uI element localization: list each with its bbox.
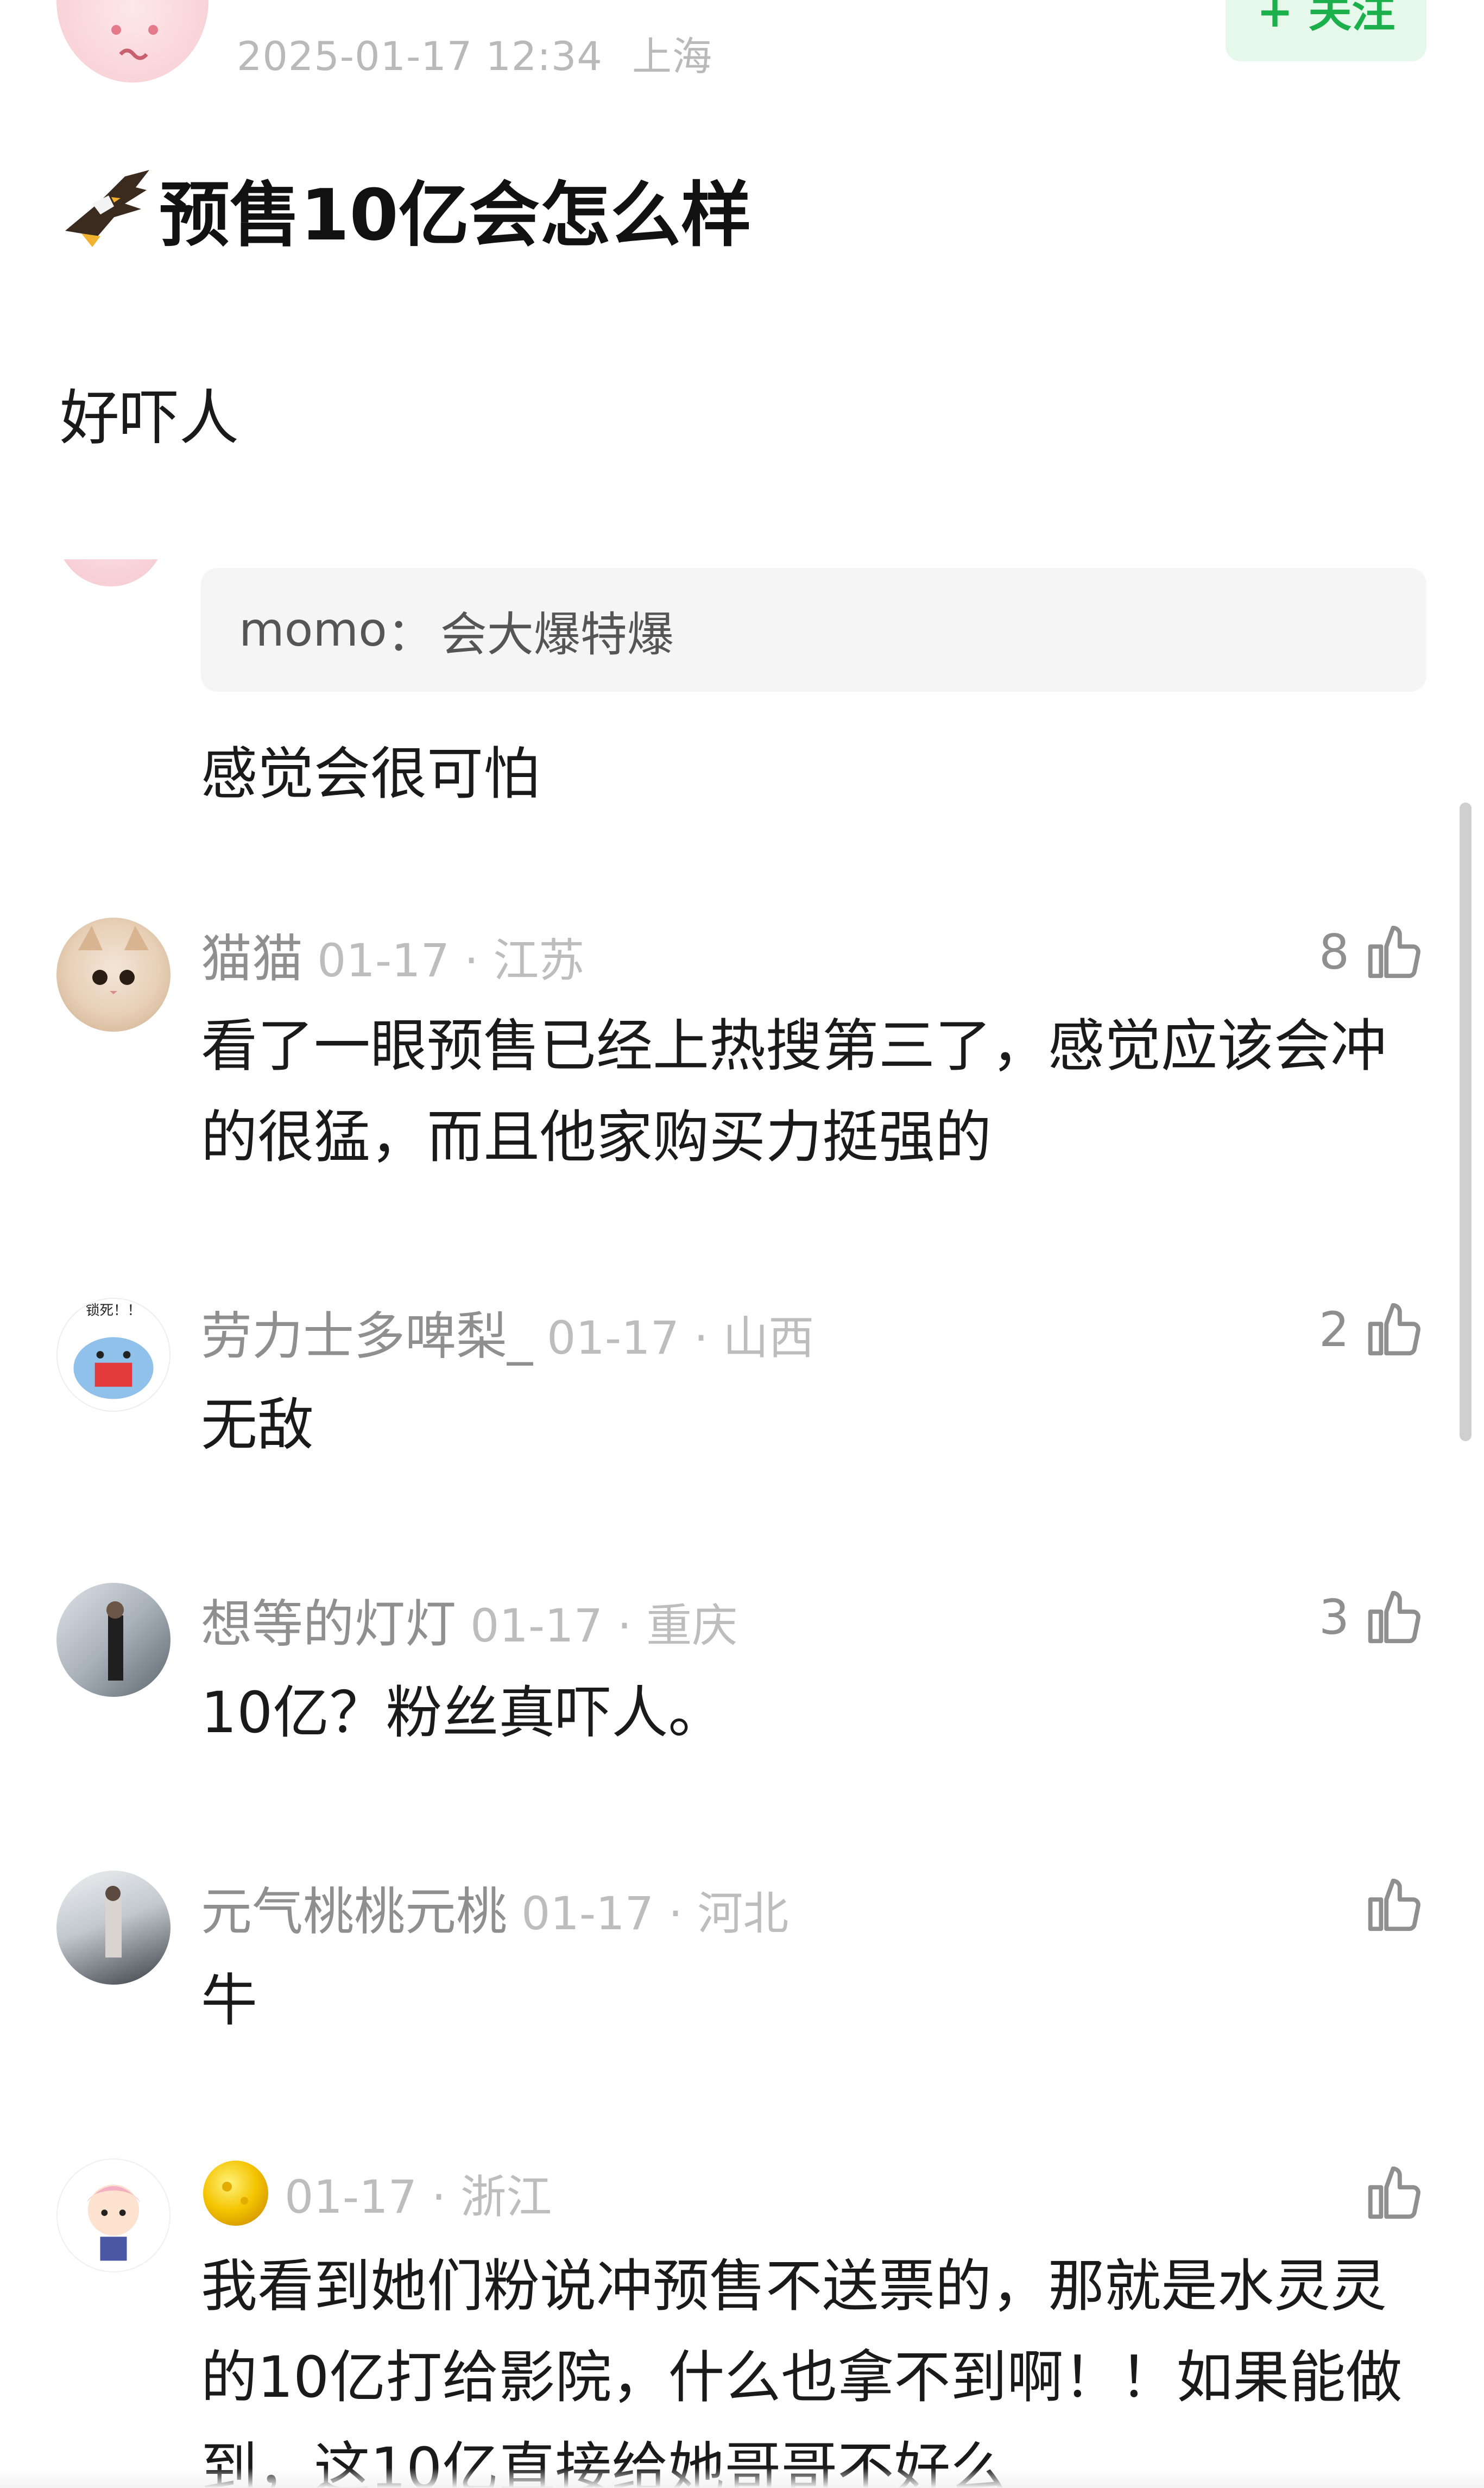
post-title: 预售10亿会怎么样: [60, 160, 752, 258]
comment-author[interactable]: 01-17 · 浙江: [201, 2158, 552, 2228]
comment-meta: 01-17 · 江苏: [317, 934, 585, 987]
comment-avatar[interactable]: 锁死！！: [56, 1298, 170, 1412]
eagle-emoji-icon: [65, 170, 149, 247]
comment-text: 看了一眼预售已经上热搜第三了，感觉应该会冲的很猛，而且他家购买力挺强的: [201, 1013, 1387, 1170]
quote-user: momo: [239, 603, 387, 657]
like-button[interactable]: [1349, 1867, 1426, 1943]
post-time: 2025-01-17 12:34: [237, 34, 603, 80]
comment-region: 河北: [697, 1887, 789, 1940]
author-avatar[interactable]: [56, 0, 209, 83]
gold-moon-emoji-icon: [203, 2161, 268, 2226]
comment-author-name[interactable]: 劳力士多啤梨_: [201, 1307, 533, 1366]
comment-avatar[interactable]: [56, 918, 170, 1032]
comment-date: 01-17: [317, 934, 450, 987]
comment-author[interactable]: 猫猫 01-17 · 江苏: [201, 918, 584, 992]
comment-region: 重庆: [646, 1599, 738, 1652]
comment-text: 牛: [201, 1967, 258, 2034]
comment-region: 浙江: [460, 2170, 552, 2224]
like-button[interactable]: 8: [1319, 914, 1426, 990]
thumbs-up-icon: [1368, 1878, 1420, 1931]
like-button[interactable]: [1349, 2155, 1426, 2231]
bottom-edge: [0, 2468, 1484, 2488]
comment-author-name[interactable]: 想等的灯灯: [201, 1595, 456, 1654]
post-title-text: 预售10亿会怎么样: [159, 174, 752, 256]
comment-author[interactable]: 想等的灯灯 01-17 · 重庆: [201, 1583, 737, 1657]
quoted-comment[interactable]: momo：会大爆特爆: [201, 568, 1426, 692]
thumbs-up-icon: [1368, 1590, 1420, 1644]
comment-meta: 01-17 · 重庆: [470, 1599, 738, 1652]
comment-meta: 01-17 · 山西: [547, 1311, 814, 1365]
like-count: 3: [1319, 1589, 1349, 1645]
comment-date: 01-17: [547, 1311, 680, 1365]
thumbs-up-icon: [1368, 1303, 1420, 1356]
comment-avatar[interactable]: [56, 1583, 170, 1697]
comment-text: 无敌: [201, 1392, 314, 1458]
post-location: 上海: [632, 34, 713, 80]
follow-button[interactable]: + 关注: [1226, 0, 1426, 61]
comment-region: 江苏: [493, 934, 585, 987]
comment-author[interactable]: 元气桃桃元桃 01-17 · 河北: [201, 1871, 788, 1944]
thumbs-up-icon: [1368, 2166, 1420, 2219]
comment-region: 山西: [723, 1311, 814, 1365]
reply-avatar[interactable]: [56, 559, 165, 586]
comment-avatar[interactable]: [56, 1871, 170, 1985]
comment-avatar[interactable]: [56, 2158, 170, 2272]
like-button[interactable]: 2: [1319, 1291, 1426, 1367]
thumbs-up-icon: [1368, 925, 1420, 978]
scrollbar[interactable]: [1460, 803, 1472, 1441]
reply-text: 感觉会很可怕: [201, 741, 540, 807]
like-count: 2: [1319, 1301, 1349, 1357]
comment-date: 01-17: [285, 2170, 418, 2224]
comment-author-name[interactable]: 猫猫: [201, 930, 303, 989]
comment-author[interactable]: 劳力士多啤梨_ 01-17 · 山西: [201, 1295, 814, 1369]
like-count: 8: [1319, 924, 1349, 980]
quote-text: 会大爆特爆: [440, 607, 674, 662]
like-button[interactable]: 3: [1319, 1579, 1426, 1655]
comment-text: 我看到她们粉说冲预售不送票的，那就是水灵灵的10亿打给影院，什么也拿不到啊！！如…: [201, 2253, 1403, 2488]
comment-author-name[interactable]: 元气桃桃元桃: [201, 1883, 507, 1942]
comment-text: 10亿？粉丝真吓人。: [201, 1679, 725, 1746]
avatar-caption: 锁死！！: [86, 1302, 141, 1318]
comment-meta: 01-17 · 浙江: [285, 2170, 552, 2224]
post-body: 好吓人: [60, 383, 239, 453]
comment-meta: 01-17 · 河北: [521, 1887, 789, 1940]
comment-date: 01-17: [521, 1887, 654, 1940]
comment-date: 01-17: [470, 1599, 603, 1652]
quote-separator: ：: [387, 607, 434, 662]
post-timestamp: 2025-01-17 12:34 上海: [237, 24, 712, 82]
